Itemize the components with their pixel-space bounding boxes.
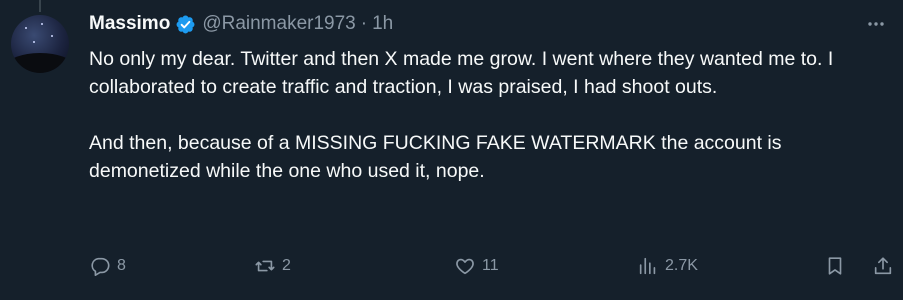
- avatar-star: [33, 41, 35, 43]
- tweet-text: No only my dear. Twitter and then X made…: [89, 45, 889, 185]
- tweet-paragraph: No only my dear. Twitter and then X made…: [89, 48, 834, 98]
- reply-icon: [91, 257, 110, 276]
- thread-line: [39, 0, 41, 12]
- like-count: 11: [482, 257, 499, 274]
- repost-count: 2: [282, 257, 291, 274]
- share-icon: [874, 257, 892, 275]
- avatar[interactable]: [11, 15, 69, 73]
- avatar-star: [51, 35, 53, 37]
- share-button[interactable]: [872, 252, 894, 280]
- tweet-time[interactable]: 1h: [372, 13, 393, 35]
- views-button[interactable]: 2.7K: [637, 252, 698, 280]
- bookmark-button[interactable]: [824, 252, 846, 280]
- views-count: 2.7K: [665, 257, 698, 274]
- avatar-landscape: [11, 53, 69, 73]
- avatar-star: [25, 27, 27, 29]
- verified-badge-icon[interactable]: [175, 14, 196, 35]
- more-dots-icon: [868, 22, 884, 26]
- views-icon: [639, 257, 656, 275]
- repost-icon: [255, 260, 275, 272]
- avatar-star: [41, 23, 43, 25]
- bookmark-icon: [828, 257, 842, 275]
- tweet-header: Massimo @Rainmaker1973 · 1h: [89, 12, 393, 36]
- like-button[interactable]: 11: [454, 252, 499, 280]
- like-icon: [456, 258, 474, 275]
- author-name[interactable]: Massimo: [89, 13, 170, 35]
- reply-button[interactable]: 8: [89, 252, 126, 280]
- author-handle[interactable]: @Rainmaker1973: [202, 13, 355, 35]
- more-icon[interactable]: [863, 12, 889, 36]
- tweet-paragraph: And then, because of a MISSING FUCKING F…: [89, 132, 782, 182]
- action-bar: 8 2 11 2.7K: [89, 252, 894, 280]
- separator-dot: ·: [360, 13, 368, 34]
- reply-count: 8: [117, 257, 126, 274]
- repost-button[interactable]: 2: [254, 252, 291, 280]
